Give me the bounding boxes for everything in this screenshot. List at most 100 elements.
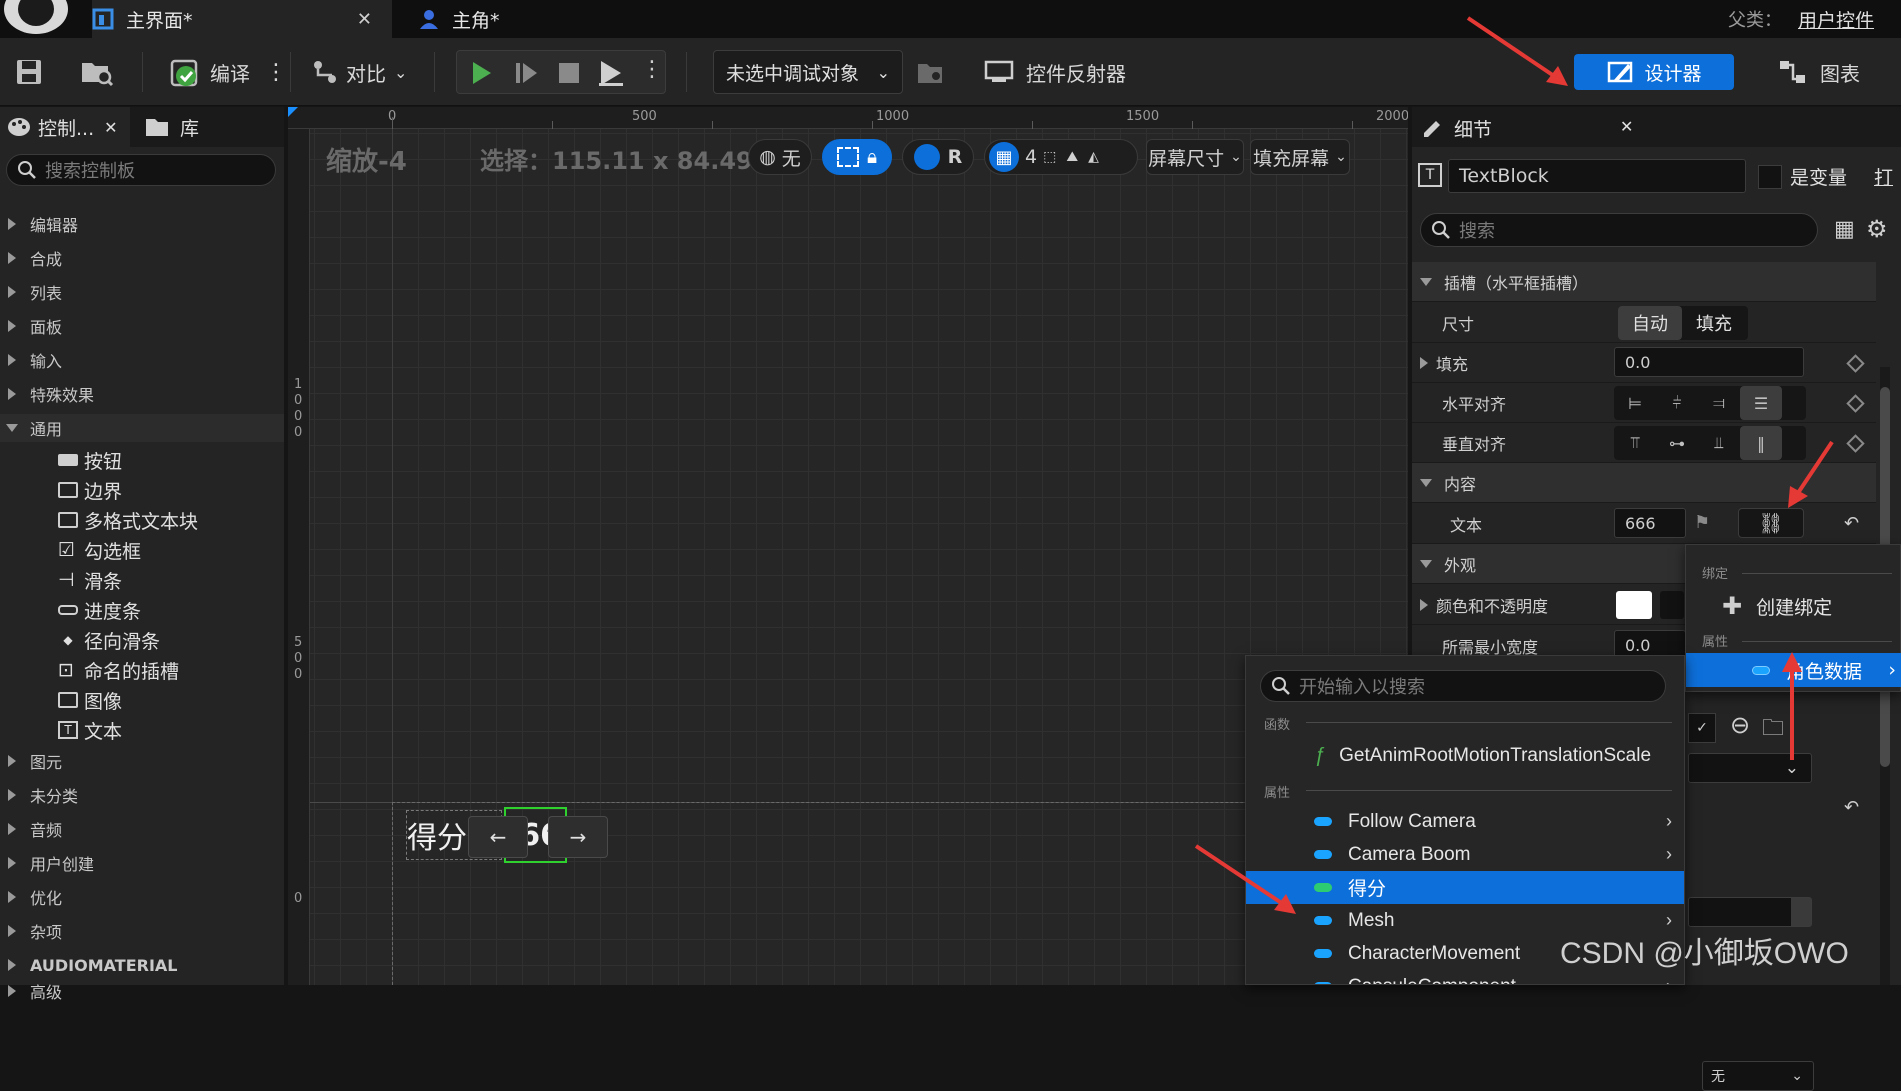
- align-fill-icon[interactable]: ☰: [1740, 386, 1782, 420]
- widget-button[interactable]: 按钮: [58, 445, 122, 475]
- unreal-logo[interactable]: [4, 0, 68, 34]
- checkmark-dropdown[interactable]: ✓: [1688, 713, 1716, 743]
- align-right-icon[interactable]: ⫤: [1698, 386, 1740, 420]
- category-user-created[interactable]: 用户创建: [0, 849, 284, 877]
- graph-mode-button[interactable]: 图表: [1778, 50, 1860, 94]
- locale-preview-button[interactable]: ◍ 无: [748, 139, 812, 175]
- bottom-dropdown[interactable]: 无 ⌄: [1702, 1061, 1814, 1091]
- slot-category[interactable]: 插槽（水平框插槽）: [1412, 262, 1876, 302]
- binding-link-icon[interactable]: ⛓: [1738, 508, 1804, 538]
- property-item-camera-boom[interactable]: Camera Boom ›: [1246, 838, 1684, 871]
- screen-size-dropdown[interactable]: 屏幕尺寸 ⌄: [1146, 139, 1244, 175]
- close-details-icon[interactable]: ✕: [1620, 117, 1633, 136]
- reset-arrow-icon[interactable]: ↶: [1844, 797, 1859, 818]
- align-left-icon[interactable]: ⊨: [1614, 386, 1656, 420]
- widget-border[interactable]: 边界: [58, 475, 122, 505]
- play-icon[interactable]: [467, 59, 495, 87]
- close-tab-icon[interactable]: ✕: [104, 118, 117, 137]
- valign-bottom-icon[interactable]: ⫫: [1698, 426, 1740, 460]
- browse-folder-icon[interactable]: 🗀: [1762, 711, 1784, 749]
- content-category[interactable]: 内容: [1412, 463, 1876, 503]
- category-panel[interactable]: 面板: [0, 312, 284, 340]
- property-item-score[interactable]: 得分: [1246, 871, 1684, 904]
- open-link[interactable]: 打: [1874, 163, 1893, 190]
- widget-reflector-button[interactable]: 控件反射器: [984, 50, 1126, 94]
- tab-palette[interactable]: 控制... ✕: [0, 107, 130, 147]
- widget-image[interactable]: 图像: [58, 685, 122, 715]
- category-input[interactable]: 输入: [0, 346, 284, 374]
- gear-icon[interactable]: ⚙: [1866, 215, 1888, 243]
- character-data-item[interactable]: 角色数据 ›: [1686, 653, 1901, 687]
- category-audio[interactable]: 音频: [0, 815, 284, 843]
- text-value-input[interactable]: 666: [1614, 508, 1686, 538]
- details-search-input[interactable]: 搜索: [1420, 213, 1818, 247]
- palette-search-input[interactable]: 搜索控制板: [6, 154, 276, 186]
- eject-icon[interactable]: [595, 57, 627, 89]
- widget-text[interactable]: T 文本: [58, 715, 122, 745]
- parent-class-link[interactable]: 用户控件: [1798, 6, 1874, 33]
- fill-screen-dropdown[interactable]: 填充屏幕 ⌄: [1250, 139, 1350, 175]
- category-editor[interactable]: 编辑器: [0, 210, 284, 238]
- size-auto-button[interactable]: 自动: [1618, 306, 1682, 340]
- widget-named-slot[interactable]: ⊡ 命名的插槽: [58, 655, 179, 685]
- valign-center-icon[interactable]: ⊶: [1656, 426, 1698, 460]
- tab-character[interactable]: 主角*: [418, 0, 548, 38]
- category-composite[interactable]: 合成: [0, 244, 284, 272]
- use-selected-icon[interactable]: ⊖: [1730, 711, 1750, 739]
- marquee-icon: [836, 147, 859, 167]
- compile-button[interactable]: 编译: [168, 50, 250, 94]
- category-misc[interactable]: 杂项: [0, 917, 284, 945]
- widget-slider[interactable]: ⊣ 滑条: [58, 565, 122, 595]
- is-variable-checkbox[interactable]: [1758, 165, 1782, 189]
- property-item-follow-camera[interactable]: Follow Camera ›: [1246, 805, 1684, 838]
- category-special-effects[interactable]: 特殊效果: [0, 380, 284, 408]
- tab-library[interactable]: 库: [144, 107, 199, 147]
- color-swatch[interactable]: [1616, 591, 1652, 619]
- designer-canvas[interactable]: 0 500 1000 1500 2000 1000 500 0 缩放-4 选择：…: [288, 107, 1408, 985]
- widget-radial-slider[interactable]: ◆ 径向滑条: [58, 625, 160, 655]
- valign-top-icon[interactable]: ⫪: [1614, 426, 1656, 460]
- valign-fill-icon[interactable]: ‖: [1740, 426, 1782, 460]
- property-slider[interactable]: [1688, 897, 1812, 927]
- property-search-input[interactable]: 开始输入以搜索: [1260, 670, 1666, 702]
- stop-icon[interactable]: [555, 59, 583, 87]
- debug-object-dropdown[interactable]: 未选中调试对象 ⌄: [713, 50, 903, 94]
- category-uncategorized[interactable]: 未分类: [0, 781, 284, 809]
- step-icon[interactable]: [513, 59, 541, 87]
- compile-options-button[interactable]: ⋮: [265, 50, 287, 94]
- flag-icon[interactable]: ⚑: [1694, 512, 1710, 533]
- close-tab-icon[interactable]: ✕: [357, 9, 372, 30]
- move-left-button[interactable]: ←: [468, 816, 528, 858]
- category-primitive[interactable]: 图元: [0, 747, 284, 775]
- category-list[interactable]: 列表: [0, 278, 284, 306]
- table-view-icon[interactable]: ▦: [1834, 217, 1855, 242]
- padding-input[interactable]: 0.0: [1614, 347, 1804, 377]
- grid-snap-group[interactable]: ▦ 4 ⬚ ⛰ ◭: [984, 139, 1138, 175]
- align-center-icon[interactable]: ⫩: [1656, 386, 1698, 420]
- selection-lock-toggle[interactable]: 🔒︎: [822, 139, 892, 175]
- category-common[interactable]: 通用: [0, 414, 284, 442]
- widget-name-input[interactable]: TextBlock: [1448, 159, 1746, 193]
- size-fill-button[interactable]: 填充: [1682, 306, 1746, 340]
- category-audiomaterial[interactable]: AUDIOMATERIAL: [0, 951, 284, 979]
- move-right-button[interactable]: →: [548, 816, 608, 858]
- save-button[interactable]: [14, 50, 44, 94]
- diff-button[interactable]: 对比 ⌄: [310, 50, 407, 94]
- category-optimization[interactable]: 优化: [0, 883, 284, 911]
- tab-main-ui[interactable]: 主界面* ✕: [92, 0, 392, 38]
- browse-button[interactable]: [80, 50, 114, 94]
- function-item[interactable]: ƒ GetAnimRootMotionTranslationScale: [1246, 739, 1684, 772]
- designer-mode-button[interactable]: 设计器: [1574, 54, 1734, 90]
- reset-arrow-icon[interactable]: ↶: [1844, 513, 1859, 534]
- play-options-button[interactable]: ⋮: [641, 57, 663, 82]
- property-dropdown[interactable]: ⌄: [1688, 753, 1812, 783]
- respect-locks-toggle[interactable]: R: [902, 139, 974, 175]
- debug-folder-icon[interactable]: [916, 60, 944, 86]
- category-advanced[interactable]: 高级: [0, 977, 284, 1005]
- widget-rich-text-block[interactable]: 多格式文本块: [58, 505, 198, 535]
- widget-progress-bar[interactable]: 进度条: [58, 595, 141, 625]
- widget-checkbox[interactable]: ☑ 勾选框: [58, 535, 141, 565]
- property-item-capsule-component[interactable]: CapsuleComponent›: [1246, 970, 1684, 984]
- compile-check-icon: [170, 59, 198, 87]
- create-binding-item[interactable]: ✚ 创建绑定: [1722, 589, 1832, 623]
